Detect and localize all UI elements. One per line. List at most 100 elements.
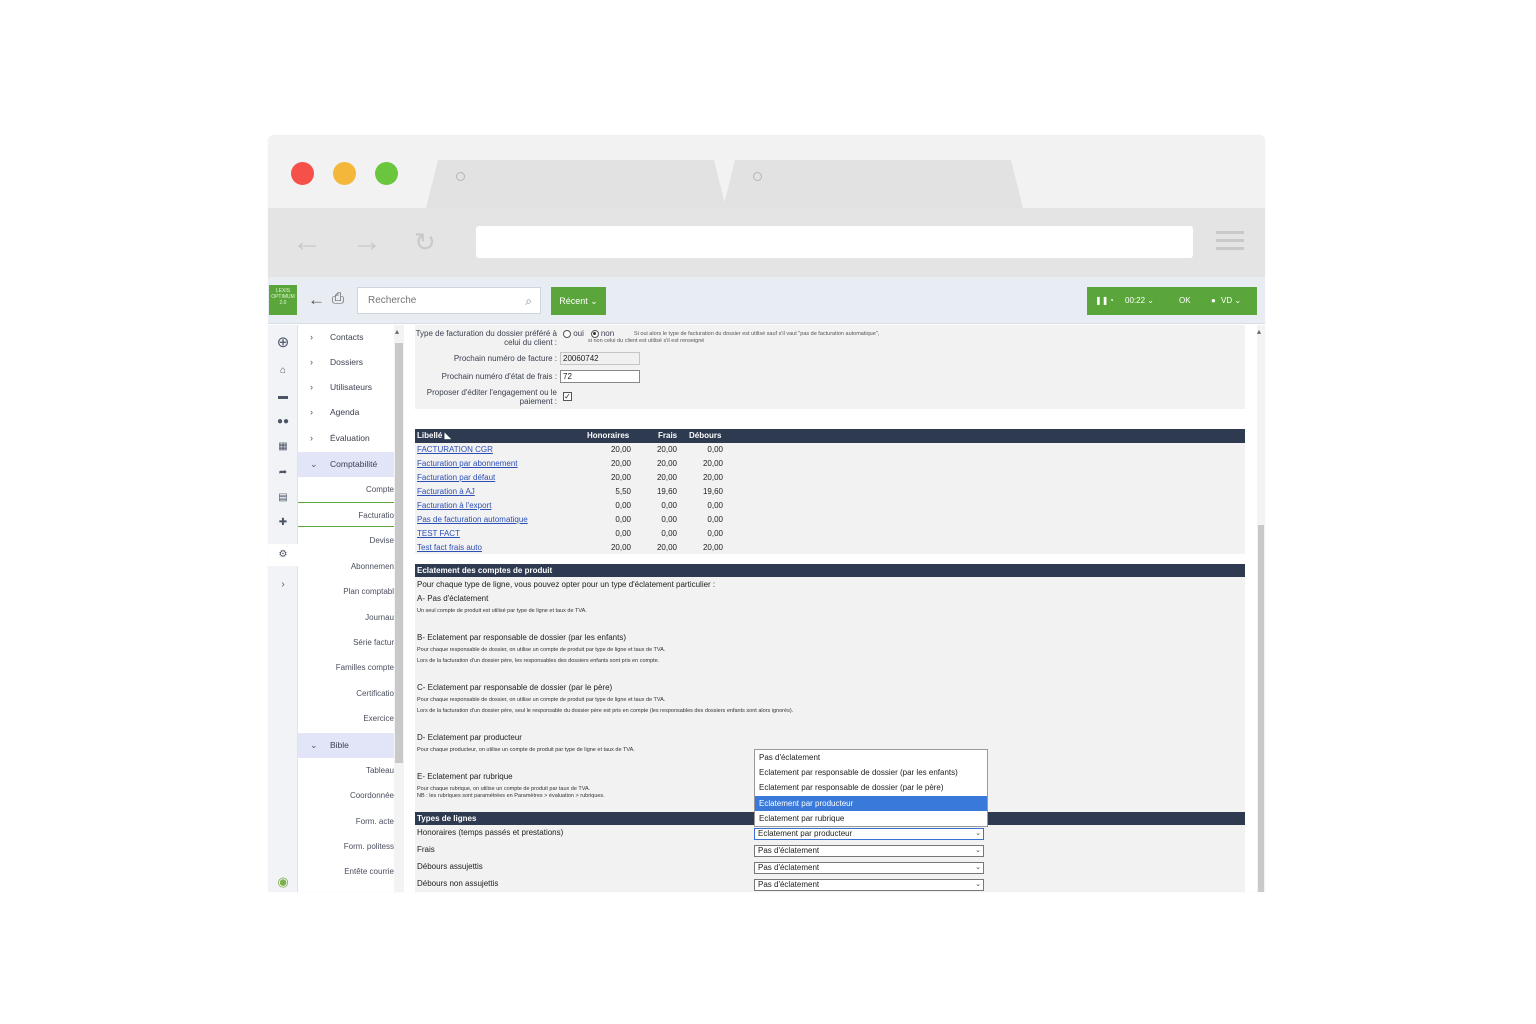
billing-type-link[interactable]: TEST FACT (417, 527, 460, 541)
app-logo: LEXIS OPTIMUM 2.0 (269, 285, 297, 315)
billing-type-link[interactable]: FACTURATION CGR (417, 443, 493, 457)
propose-checkbox[interactable]: ✓ (563, 392, 572, 401)
maximize-window-button[interactable] (375, 162, 398, 185)
submenu-serie-facture[interactable]: Série factur (298, 630, 394, 655)
pause-icon[interactable]: ❚❚ (1095, 287, 1108, 315)
submenu-coordonnees[interactable]: Coordonnée (298, 783, 394, 808)
billing-type-link[interactable]: Pas de facturation automatique (417, 513, 528, 527)
folder-icon[interactable]: ▬ (268, 391, 298, 402)
export-icon[interactable]: ➦ (268, 467, 298, 478)
document-icon[interactable]: ▤ (268, 492, 298, 503)
honoraires-cell: 20,00 (610, 543, 631, 552)
back-arrow-icon[interactable]: ← (292, 227, 322, 257)
back-icon[interactable]: ← (308, 290, 325, 310)
dropdown-option[interactable]: Pas d'éclatement (755, 750, 987, 765)
debours-cell: 19,60 (702, 487, 723, 496)
menu-item-evaluation[interactable]: › Évaluation (298, 426, 394, 451)
forward-arrow-icon[interactable]: → (352, 227, 382, 257)
status-group: ❚❚ ◔ 00:22 ⌄ OK ● VD ⌄ (1087, 287, 1257, 315)
chevron-right-icon[interactable]: › (268, 579, 298, 590)
app: LEXIS OPTIMUM 2.0 ← ⎙ ⌕ Récent ⌄ ❚❚ ◔ 00… (268, 277, 1265, 892)
col-libelle[interactable]: Libellé ◣ (417, 429, 451, 443)
puzzle-icon[interactable]: ✚ (268, 517, 298, 528)
dropdown-option-selected[interactable]: Eclatement par producteur (755, 795, 987, 811)
type-label-honoraires: Honoraires (temps passés et prestations) (417, 828, 564, 837)
submenu-certification[interactable]: Certificatio (298, 681, 394, 706)
submenu-plan-comptable[interactable]: Plan comptabl (298, 579, 394, 604)
honoraires-cell: 0,00 (615, 515, 631, 524)
next-fees-field[interactable]: 72 (560, 370, 640, 383)
dropdown-option[interactable]: Eclatement par rubrique (755, 811, 987, 826)
submenu-devise[interactable]: Devise (298, 528, 394, 553)
billing-type-link[interactable]: Facturation par défaut (417, 471, 495, 485)
menu-item-bible[interactable]: ⌄ Bible (298, 733, 394, 758)
radio-oui[interactable] (563, 329, 571, 338)
menu-item-agenda[interactable]: › Agenda (298, 400, 394, 425)
browser-tab-2[interactable] (723, 160, 1023, 208)
billing-type-link[interactable]: Facturation à AJ (417, 485, 475, 499)
recent-button[interactable]: Récent ⌄ (551, 287, 606, 315)
add-circle-icon[interactable]: ⊕ (268, 333, 298, 351)
menu-item-contacts[interactable]: › Contacts (298, 325, 394, 350)
select-debours-assujettis[interactable]: Pas d'éclatement ⌄ (754, 862, 984, 874)
tab-close-icon[interactable] (753, 172, 762, 181)
submenu-familles-comptes[interactable]: Familles compte (298, 655, 394, 680)
col-debours[interactable]: Débours (689, 429, 721, 443)
radio-non-label: non (600, 329, 615, 338)
submenu-form-politesse[interactable]: Form. politess (298, 834, 394, 859)
tab-close-icon[interactable] (456, 172, 465, 181)
minimize-window-button[interactable] (333, 162, 356, 185)
select-frais[interactable]: Pas d'éclatement ⌄ (754, 845, 984, 857)
close-window-button[interactable] (291, 162, 314, 185)
debours-cell: 0,00 (707, 529, 723, 538)
scroll-thumb[interactable] (395, 343, 403, 763)
timer-display[interactable]: 00:22 ⌄ (1125, 287, 1154, 315)
next-invoice-field[interactable]: 20060742 (560, 352, 640, 365)
main-content: Type de facturation du dossier préféré à… (405, 325, 1257, 892)
dropdown-option[interactable]: Eclatement par responsable de dossier (p… (755, 765, 987, 780)
ok-button[interactable]: OK (1179, 287, 1191, 315)
users-icon[interactable]: ●● (268, 416, 298, 427)
submenu-entete-courrier[interactable]: Entête courrie (298, 859, 394, 884)
print-icon[interactable]: ⎙ (332, 290, 344, 307)
home-icon[interactable]: ⌂ (268, 365, 298, 376)
search-input[interactable] (358, 288, 508, 313)
billing-type-link[interactable]: Facturation par abonnement (417, 457, 518, 471)
dropdown-option[interactable]: Eclatement par responsable de dossier (p… (755, 780, 987, 795)
billing-type-link[interactable]: Facturation à l'export (417, 499, 491, 513)
scroll-up-icon[interactable]: ▴ (1257, 327, 1261, 336)
frais-cell: 0,00 (661, 515, 677, 524)
help-icon[interactable]: ◉ (268, 874, 298, 890)
col-frais[interactable]: Frais (658, 429, 677, 443)
calendar-icon[interactable]: ▦ (268, 441, 298, 452)
gear-icon[interactable]: ⚙ (268, 544, 298, 566)
browser-tab-1[interactable] (426, 160, 726, 208)
submenu-exercice[interactable]: Exercice (298, 706, 394, 731)
address-bar[interactable] (476, 226, 1193, 258)
select-honoraires[interactable]: Eclatement par producteur ⌄ (754, 828, 984, 840)
user-menu[interactable]: VD ⌄ (1221, 287, 1241, 315)
submenu-form-acte[interactable]: Form. acte (298, 809, 394, 834)
debours-cell: 0,00 (707, 501, 723, 510)
search-icon[interactable]: ⌕ (525, 294, 532, 309)
menu-item-utilisateurs[interactable]: › Utilisateurs (298, 375, 394, 400)
browser-navbar: ← → ↻ (268, 208, 1265, 277)
icon-sidebar: ⊕ ⌂ ▬ ●● ▦ ➦ ▤ ✚ ⚙ › ◉ (268, 325, 298, 892)
menu-item-comptabilite[interactable]: ⌄ Comptabilité (298, 452, 394, 477)
radio-non[interactable] (590, 329, 599, 338)
scroll-thumb[interactable] (1258, 525, 1264, 892)
submenu-journaux[interactable]: Journau (298, 605, 394, 630)
main-scrollbar[interactable]: ▴ (1257, 325, 1265, 892)
tree-scrollbar[interactable]: ▴ (394, 325, 404, 892)
submenu-compte[interactable]: Compte (298, 477, 394, 502)
menu-icon[interactable] (1216, 231, 1244, 251)
reload-icon[interactable]: ↻ (414, 228, 436, 256)
billing-type-link[interactable]: Test fact frais auto (417, 541, 482, 555)
submenu-abonnement[interactable]: Abonnemen (298, 554, 394, 579)
menu-item-dossiers[interactable]: › Dossiers (298, 350, 394, 375)
select-debours-non-assujettis[interactable]: Pas d'éclatement ⌄ (754, 879, 984, 891)
submenu-facturation[interactable]: Facturatio (298, 502, 394, 527)
col-honoraires[interactable]: Honoraires (587, 429, 629, 443)
submenu-tableau[interactable]: Tableau (298, 758, 394, 783)
scroll-up-icon[interactable]: ▴ (395, 327, 399, 336)
